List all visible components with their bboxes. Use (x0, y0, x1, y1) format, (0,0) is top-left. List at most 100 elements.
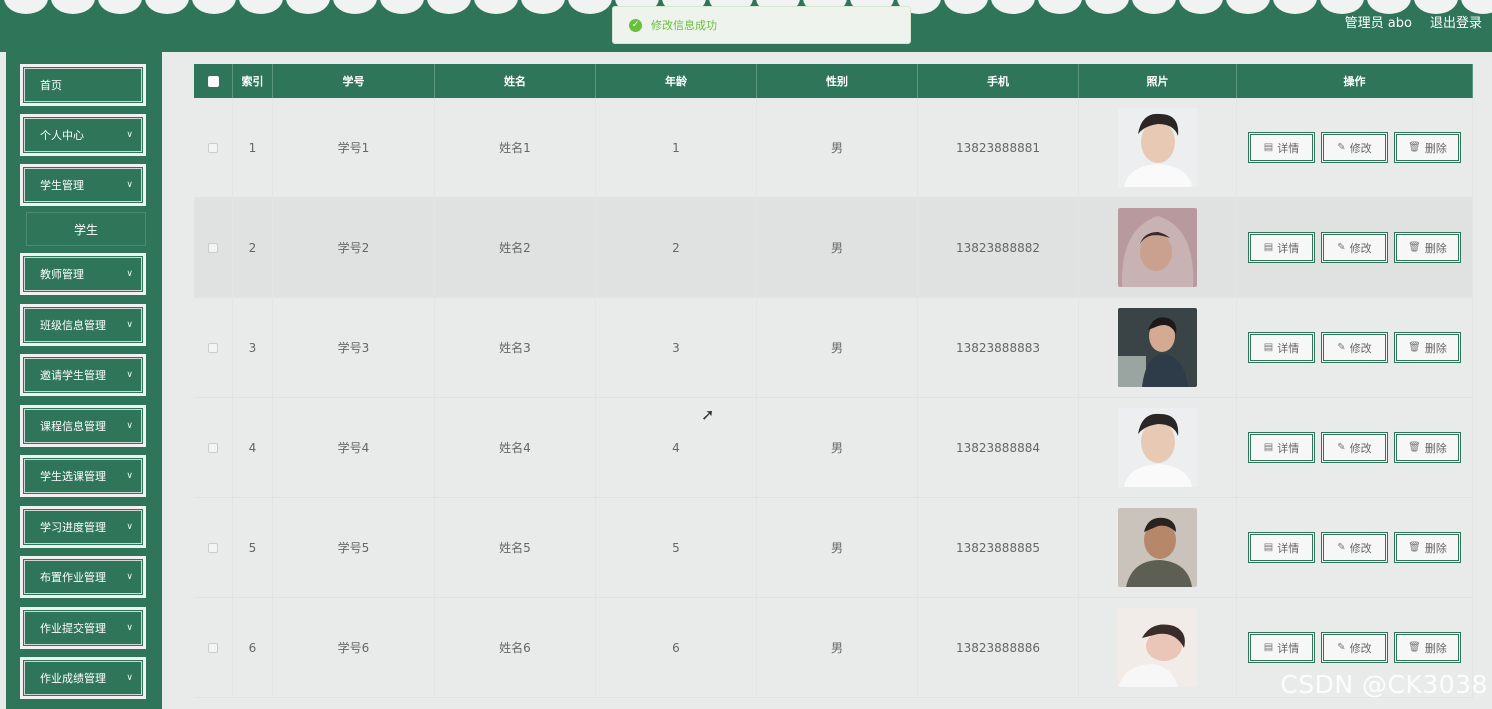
student-no-cell: 学号2 (273, 198, 435, 297)
sidebar-item-learning-progress[interactable]: 学习进度管理 ∨ (20, 506, 146, 548)
detail-button[interactable]: ▤ 详情 (1248, 332, 1315, 363)
toast-message: 修改信息成功 (651, 19, 717, 32)
column-header-student-no: 学号 (273, 64, 435, 98)
gender-cell: 男 (757, 198, 918, 297)
pencil-icon: ✎ (1337, 642, 1346, 653)
pencil-icon: ✎ (1337, 242, 1346, 253)
header-scallop (427, 0, 471, 14)
row-checkbox[interactable] (208, 642, 218, 653)
photo-cell (1079, 298, 1237, 397)
delete-button[interactable]: 🗑 删除 (1394, 232, 1461, 263)
delete-button[interactable]: 🗑 删除 (1394, 532, 1461, 563)
student-photo[interactable] (1118, 108, 1197, 187)
sidebar-item-class-info[interactable]: 班级信息管理 ∨ (20, 304, 146, 346)
detail-button[interactable]: ▤ 详情 (1248, 632, 1315, 663)
sidebar-item-label: 学习进度管理 (40, 521, 106, 534)
sidebar-item-student-management[interactable]: 学生管理 ∨ (20, 164, 146, 206)
sidebar-item-course-info[interactable]: 课程信息管理 ∨ (20, 405, 146, 447)
delete-button[interactable]: 🗑 删除 (1394, 632, 1461, 663)
sidebar-item-homework-submission[interactable]: 作业提交管理 ∨ (20, 607, 146, 649)
photo-cell (1079, 498, 1237, 597)
chevron-down-icon: ∨ (126, 421, 133, 431)
row-checkbox[interactable] (208, 342, 218, 353)
edit-button-label: 修改 (1349, 141, 1372, 155)
row-checkbox[interactable] (208, 542, 218, 553)
gender-cell: 男 (757, 398, 918, 497)
row-checkbox[interactable] (208, 442, 218, 453)
pencil-icon: ✎ (1337, 542, 1346, 553)
index-cell: 1 (233, 98, 273, 197)
detail-button[interactable]: ▤ 详情 (1248, 532, 1315, 563)
column-header-gender: 性别 (757, 64, 918, 98)
select-all-checkbox[interactable] (207, 75, 219, 87)
check-circle-icon: ✓ (629, 18, 642, 32)
detail-button-label: 详情 (1277, 141, 1300, 155)
table-row: 4 学号4 姓名4 4 男 13823888884 ▤ 详情 ✎ 修改 🗑 删除 (194, 398, 1473, 498)
phone-cell: 13823888881 (918, 98, 1079, 197)
row-checkbox[interactable] (208, 242, 218, 253)
edit-button[interactable]: ✎ 修改 (1321, 632, 1388, 663)
sidebar-item-label: 学生管理 (40, 179, 84, 192)
sidebar-item-personal-center[interactable]: 个人中心 ∨ (20, 114, 146, 156)
edit-button-label: 修改 (1349, 241, 1372, 255)
delete-button-label: 删除 (1424, 141, 1447, 155)
edit-button[interactable]: ✎ 修改 (1321, 132, 1388, 163)
detail-button[interactable]: ▤ 详情 (1248, 232, 1315, 263)
watermark: CSDN @CK3038 (1280, 670, 1488, 699)
row-select-cell (194, 98, 233, 197)
photo-cell (1079, 398, 1237, 497)
name-cell: 姓名5 (435, 498, 596, 597)
gender-cell: 男 (757, 598, 918, 697)
delete-button[interactable]: 🗑 删除 (1394, 432, 1461, 463)
sidebar-item-invite-student[interactable]: 邀请学生管理 ∨ (20, 354, 146, 396)
edit-button[interactable]: ✎ 修改 (1321, 432, 1388, 463)
student-no-cell: 学号6 (273, 598, 435, 697)
sidebar-item-teacher-management[interactable]: 教师管理 ∨ (20, 253, 146, 295)
row-select-cell (194, 498, 233, 597)
sidebar-item-course-selection[interactable]: 学生选课管理 ∨ (20, 455, 146, 497)
detail-button-label: 详情 (1277, 341, 1300, 355)
student-photo[interactable] (1118, 208, 1197, 287)
delete-button-label: 删除 (1424, 441, 1447, 455)
trash-icon: 🗑 (1408, 442, 1421, 453)
delete-button[interactable]: 🗑 删除 (1394, 132, 1461, 163)
edit-button[interactable]: ✎ 修改 (1321, 232, 1388, 263)
mouse-cursor-icon: ➚ (701, 405, 715, 424)
actions-cell: ▤ 详情 ✎ 修改 🗑 删除 (1237, 398, 1473, 497)
edit-button[interactable]: ✎ 修改 (1321, 332, 1388, 363)
student-photo[interactable] (1118, 408, 1197, 487)
delete-button-label: 删除 (1424, 641, 1447, 655)
student-photo[interactable] (1118, 308, 1197, 387)
header-scallop (286, 0, 330, 14)
name-cell: 姓名6 (435, 598, 596, 697)
column-header-phone: 手机 (918, 64, 1079, 98)
detail-button[interactable]: ▤ 详情 (1248, 132, 1315, 163)
age-cell: 2 (596, 198, 757, 297)
row-select-cell (194, 298, 233, 397)
sidebar-subitem-student[interactable]: 学生 (26, 212, 146, 246)
delete-button[interactable]: 🗑 删除 (1394, 332, 1461, 363)
sidebar-item-label: 邀请学生管理 (40, 369, 106, 382)
student-photo[interactable] (1118, 508, 1197, 587)
row-checkbox[interactable] (208, 142, 218, 153)
document-icon: ▤ (1263, 142, 1274, 153)
index-cell: 2 (233, 198, 273, 297)
header-scallop (991, 0, 1035, 14)
sidebar-item-homework-grades[interactable]: 作业成绩管理 ∨ (20, 657, 146, 699)
sidebar-item-assign-homework[interactable]: 布置作业管理 ∨ (20, 556, 146, 598)
gender-cell: 男 (757, 498, 918, 597)
sidebar-item-label: 作业提交管理 (40, 622, 106, 635)
chevron-down-icon: ∨ (126, 180, 133, 190)
photo-cell (1079, 198, 1237, 297)
name-cell: 姓名4 (435, 398, 596, 497)
age-cell: 4 (596, 398, 757, 497)
phone-cell: 13823888882 (918, 198, 1079, 297)
logout-button[interactable]: 退出登录 (1430, 12, 1482, 31)
success-toast: ✓ 修改信息成功 (612, 6, 911, 44)
student-photo[interactable] (1118, 608, 1197, 687)
detail-button[interactable]: ▤ 详情 (1248, 432, 1315, 463)
chevron-down-icon: ∨ (126, 269, 133, 279)
edit-button[interactable]: ✎ 修改 (1321, 532, 1388, 563)
sidebar-item-home[interactable]: 首页 (20, 64, 146, 106)
pencil-icon: ✎ (1337, 142, 1346, 153)
